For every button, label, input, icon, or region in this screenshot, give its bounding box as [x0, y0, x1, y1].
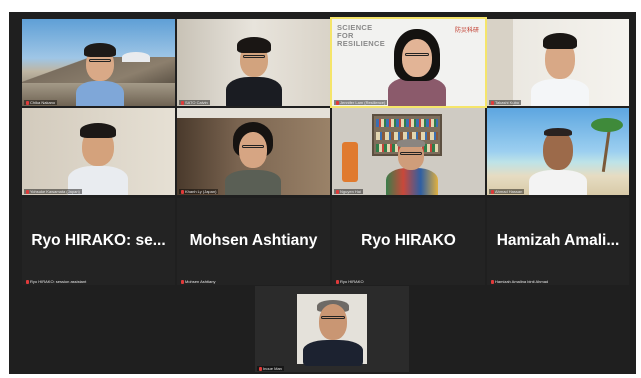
- participant-avatar: [64, 118, 132, 195]
- participant-avatar: [70, 37, 130, 106]
- participant-name: Ryo HIRAKO: [334, 279, 366, 284]
- video-feed: [177, 108, 330, 195]
- video-tile-p11[interactable]: Ryo HIRAKO Ryo HIRAKO: [332, 198, 485, 285]
- participant-name: Ryo HIRAKO: session assistant: [24, 279, 88, 284]
- participant-name: Ahmad Hassan: [489, 189, 525, 194]
- participant-name: Takashi Kubo: [489, 100, 522, 105]
- video-feed: [22, 19, 175, 106]
- participant-display-name: Ryo HIRAKO: se...: [31, 231, 166, 249]
- mic-icon: [336, 100, 339, 105]
- participant-name: Mohsen Ashtiany: [179, 279, 217, 284]
- video-feed: [487, 19, 629, 106]
- video-feed: SCIENCE FOR RESILIENCE 防災科研: [332, 19, 485, 106]
- video-tile-p8[interactable]: Ahmad Hassan: [487, 108, 629, 195]
- virtual-background-title: SCIENCE FOR RESILIENCE: [337, 23, 386, 48]
- mic-muted-icon: [181, 189, 184, 194]
- mic-muted-icon: [259, 366, 262, 371]
- participant-display-name: Mohsen Ashtiany: [189, 231, 318, 249]
- video-feed: [22, 108, 175, 195]
- video-tile-p12[interactable]: Hamizah Amali... Hamizah Amalina binti A…: [487, 198, 629, 285]
- participant-avatar: [301, 296, 365, 366]
- participant-avatar: [527, 120, 589, 195]
- participant-avatar: [529, 25, 591, 106]
- participant-avatar: [222, 31, 286, 106]
- video-tile-p5[interactable]: Yohsuke Kawamata (Japan): [22, 108, 175, 195]
- video-tile-p10[interactable]: Mohsen Ashtiany Mohsen Ashtiany: [177, 198, 330, 285]
- video-tile-p4[interactable]: Takashi Kubo: [487, 19, 629, 106]
- participant-name: Inoue Man: [257, 366, 284, 371]
- mic-muted-icon: [181, 279, 184, 284]
- video-feed: [332, 108, 485, 195]
- video-feed: [177, 19, 330, 106]
- video-tile-p6[interactable]: Khanh Ly (Japan): [177, 108, 330, 195]
- mic-muted-icon: [336, 279, 339, 284]
- participant-name: SATO Calvin: [179, 100, 210, 105]
- video-feed: [255, 286, 409, 372]
- virtual-background-logo: 防災科研: [454, 27, 479, 34]
- participant-name: Chika Nakano: [24, 100, 58, 105]
- video-tile-p7[interactable]: Nguyen Hai: [332, 108, 485, 195]
- video-tile-p1[interactable]: Chika Nakano: [22, 19, 175, 106]
- mic-icon: [26, 100, 29, 105]
- participant-name: Hamizah Amalina binti Ahmad: [489, 279, 550, 284]
- ceiling: [177, 108, 330, 118]
- participant-avatar: [384, 138, 440, 195]
- participant-avatar: [221, 118, 285, 195]
- video-tile-p9[interactable]: Ryo HIRAKO: se... Ryo HIRAKO: session as…: [22, 198, 175, 285]
- mic-muted-icon: [491, 279, 494, 284]
- video-tile-p2[interactable]: SATO Calvin: [177, 19, 330, 106]
- participant-name: Khanh Ly (Japan): [179, 189, 219, 194]
- wall-panel: [487, 19, 513, 106]
- participant-name: Jennifer Lam (Resilience): [334, 100, 388, 105]
- video-tile-p13[interactable]: Inoue Man: [255, 286, 409, 372]
- palm-tree: [591, 112, 623, 172]
- mic-icon: [181, 100, 184, 105]
- participant-display-name: Hamizah Amali...: [496, 231, 620, 249]
- participant-name: Nguyen Hai: [334, 189, 363, 194]
- mic-icon: [336, 189, 339, 194]
- mic-muted-icon: [26, 189, 29, 194]
- mic-muted-icon: [491, 189, 494, 194]
- mic-icon: [491, 100, 494, 105]
- orange-jacket: [342, 142, 358, 182]
- participant-display-name: Ryo HIRAKO: [361, 231, 456, 249]
- video-tile-p3[interactable]: SCIENCE FOR RESILIENCE 防災科研 Jennifer Lam…: [330, 17, 487, 108]
- video-feed: [487, 108, 629, 195]
- video-gallery: Chika Nakano SATO Calvin SCIENCE FOR RES…: [9, 12, 636, 374]
- participant-name: Yohsuke Kawamata (Japan): [24, 189, 82, 194]
- mic-muted-icon: [26, 279, 29, 284]
- participant-avatar: [384, 25, 450, 106]
